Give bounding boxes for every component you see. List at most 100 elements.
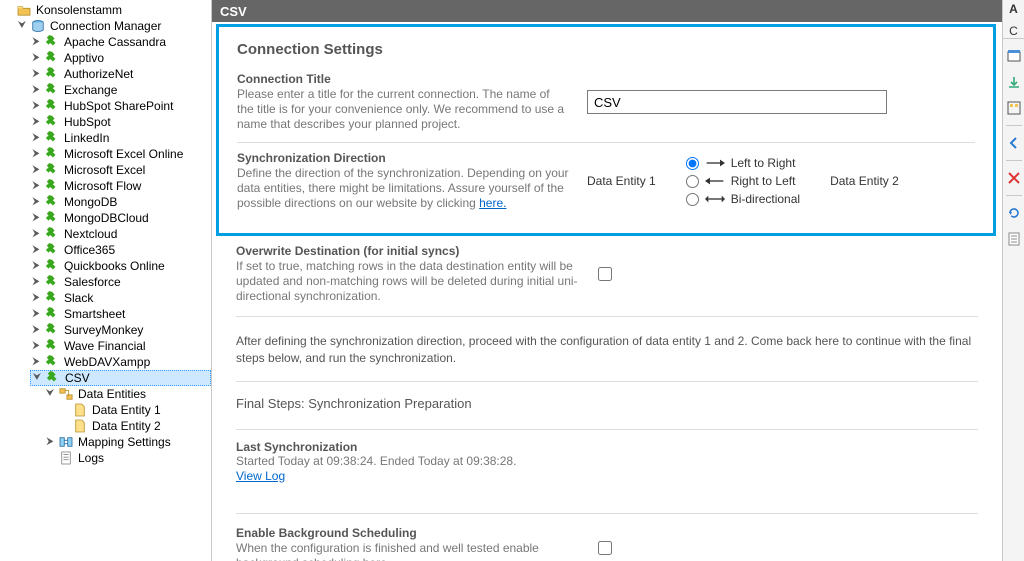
tree-data-entity-2[interactable]: ▶ Data Entity 2 bbox=[58, 418, 211, 434]
connection-title-input[interactable] bbox=[587, 90, 887, 114]
connector-icon bbox=[44, 338, 60, 354]
radio-ltr[interactable] bbox=[686, 157, 699, 170]
expander-icon[interactable]: ⮞ bbox=[30, 258, 42, 274]
entity2-label: Data Entity 2 bbox=[830, 174, 899, 188]
expander-icon[interactable]: ⮞ bbox=[30, 210, 42, 226]
view-log-link[interactable]: View Log bbox=[236, 469, 285, 483]
expander-icon[interactable]: ⮟ bbox=[31, 370, 43, 386]
tree-connector-item[interactable]: ⮞Wave Financial bbox=[30, 338, 211, 354]
expander-icon[interactable]: ⮞ bbox=[30, 114, 42, 130]
sync-direction-here-link[interactable]: here. bbox=[479, 196, 506, 210]
panel-title: Connection Settings bbox=[237, 41, 975, 58]
separator bbox=[1006, 125, 1022, 126]
expander-icon[interactable]: ⮞ bbox=[30, 322, 42, 338]
database-icon bbox=[30, 18, 46, 34]
expander-icon[interactable]: ⮞ bbox=[44, 434, 56, 450]
expander-icon[interactable]: ⮞ bbox=[30, 66, 42, 82]
last-sync-label: Last Synchronization bbox=[236, 440, 978, 454]
action-back-icon[interactable] bbox=[1005, 134, 1023, 152]
expander-icon[interactable]: ⮞ bbox=[30, 130, 42, 146]
tree-connector-item[interactable]: ⮞HubSpot bbox=[30, 114, 211, 130]
connector-icon bbox=[44, 242, 60, 258]
tree-logs[interactable]: ▶ Logs bbox=[44, 450, 211, 466]
tree-root[interactable]: ▶ Konsolenstamm bbox=[2, 2, 211, 18]
logs-icon bbox=[58, 450, 74, 466]
bg-sched-checkbox[interactable] bbox=[598, 541, 612, 555]
tree-data-entity-1[interactable]: ▶ Data Entity 1 bbox=[58, 402, 211, 418]
expander-icon[interactable]: ⮞ bbox=[30, 34, 42, 50]
direction-radio-group: Left to Right Right to Left Bi-direction… bbox=[686, 156, 800, 206]
tree-connector-item[interactable]: ⮞Office365 bbox=[30, 242, 211, 258]
tree-connector-item[interactable]: ⮞ LinkedIn bbox=[30, 130, 211, 146]
connector-label: Quickbooks Online bbox=[64, 258, 165, 274]
expander-icon[interactable]: ⮞ bbox=[30, 306, 42, 322]
connector-label: Nextcloud bbox=[64, 226, 117, 242]
expander-icon[interactable]: ⮞ bbox=[30, 162, 42, 178]
overwrite-desc: If set to true, matching rows in the dat… bbox=[236, 259, 580, 304]
connector-icon bbox=[44, 258, 60, 274]
action-props-icon[interactable] bbox=[1005, 230, 1023, 248]
connector-icon bbox=[44, 34, 60, 50]
tree-connector-item[interactable]: ⮞ Smartsheet bbox=[30, 306, 211, 322]
settings-scroll[interactable]: Overwrite Destination (for initial syncs… bbox=[212, 238, 1002, 561]
expander-icon[interactable]: ⮞ bbox=[30, 146, 42, 162]
tree-connection-manager[interactable]: ⮟ Connection Manager bbox=[16, 18, 211, 34]
tree-connector-item[interactable]: ⮞ Apptivo bbox=[30, 50, 211, 66]
connector-label: Smartsheet bbox=[64, 306, 125, 322]
expander-icon[interactable]: ⮞ bbox=[30, 194, 42, 210]
direction-bi[interactable]: Bi-directional bbox=[686, 192, 800, 206]
tree-connector-item[interactable]: ⮞ Quickbooks Online bbox=[30, 258, 211, 274]
tree-connector-item[interactable]: ⮞MongoDBCloud bbox=[30, 210, 211, 226]
tree-connector-item[interactable]: ⮞Apache Cassandra bbox=[30, 34, 211, 50]
connector-label: Apptivo bbox=[64, 50, 104, 66]
expander-icon[interactable]: ⮞ bbox=[30, 178, 42, 194]
navigation-tree[interactable]: ▶ Konsolenstamm ⮟ Connection Manager bbox=[0, 0, 212, 561]
tree-connector-item[interactable]: ⮞Exchange bbox=[30, 82, 211, 98]
separator bbox=[1006, 160, 1022, 161]
expander-icon[interactable]: ⮞ bbox=[30, 354, 42, 370]
action-icon-3[interactable] bbox=[1005, 99, 1023, 117]
sync-direction-desc: Define the direction of the synchronizat… bbox=[237, 166, 569, 211]
expander-icon[interactable]: ⮞ bbox=[30, 226, 42, 242]
expander-icon[interactable]: ⮟ bbox=[16, 18, 28, 34]
action-icon-1[interactable] bbox=[1005, 47, 1023, 65]
action-refresh-icon[interactable] bbox=[1005, 204, 1023, 222]
radio-rtl[interactable] bbox=[686, 175, 699, 188]
expander-icon[interactable]: ⮞ bbox=[30, 290, 42, 306]
tree-connector-item[interactable]: ⮞SurveyMonkey bbox=[30, 322, 211, 338]
connector-label: LinkedIn bbox=[64, 130, 109, 146]
tree-connector-item[interactable]: ⮞Slack bbox=[30, 290, 211, 306]
tree-connector-item[interactable]: ⮞Microsoft Excel bbox=[30, 162, 211, 178]
expander-icon[interactable]: ⮞ bbox=[30, 50, 42, 66]
expander-icon[interactable]: ⮟ bbox=[44, 386, 56, 402]
tree-connector-item[interactable]: ⮞Microsoft Flow bbox=[30, 178, 211, 194]
tree-connector-item[interactable]: ⮞AuthorizeNet bbox=[30, 66, 211, 82]
connector-icon bbox=[44, 354, 60, 370]
connector-icon bbox=[44, 162, 60, 178]
expander-icon[interactable]: ⮞ bbox=[30, 242, 42, 258]
overwrite-checkbox[interactable] bbox=[598, 267, 612, 281]
tree-connector-item[interactable]: ⮞MongoDB bbox=[30, 194, 211, 210]
tree-connector-item[interactable]: ⮞WebDAVXampp bbox=[30, 354, 211, 370]
tree-data-entities[interactable]: ⮟ Data Entities bbox=[44, 386, 211, 402]
tree-connector-item[interactable]: ⮞Microsoft Excel Online bbox=[30, 146, 211, 162]
actions-header: A bbox=[1009, 2, 1018, 16]
radio-bi[interactable] bbox=[686, 193, 699, 206]
tree-connector-item[interactable]: ⮞Salesforce bbox=[30, 274, 211, 290]
connector-icon bbox=[44, 306, 60, 322]
expander-icon[interactable]: ⮞ bbox=[30, 274, 42, 290]
tree-item-csv[interactable]: ⮟ CSV bbox=[30, 370, 211, 386]
expander-icon[interactable]: ⮞ bbox=[30, 338, 42, 354]
expander-icon[interactable]: ⮞ bbox=[30, 98, 42, 114]
expander-icon[interactable]: ⮞ bbox=[30, 82, 42, 98]
connector-icon bbox=[44, 82, 60, 98]
tree-connector-item[interactable]: ⮞HubSpot SharePoint bbox=[30, 98, 211, 114]
tree-connector-item[interactable]: ⮞ Nextcloud bbox=[30, 226, 211, 242]
direction-rtl[interactable]: Right to Left bbox=[686, 174, 800, 188]
action-delete-icon[interactable] bbox=[1005, 169, 1023, 187]
action-export-icon[interactable] bbox=[1005, 73, 1023, 91]
direction-ltr[interactable]: Left to Right bbox=[686, 156, 800, 170]
connection-title-label: Connection Title bbox=[237, 72, 569, 86]
tree-mapping-settings[interactable]: ⮞ Mapping Settings bbox=[44, 434, 211, 450]
entity-icon bbox=[72, 418, 88, 434]
